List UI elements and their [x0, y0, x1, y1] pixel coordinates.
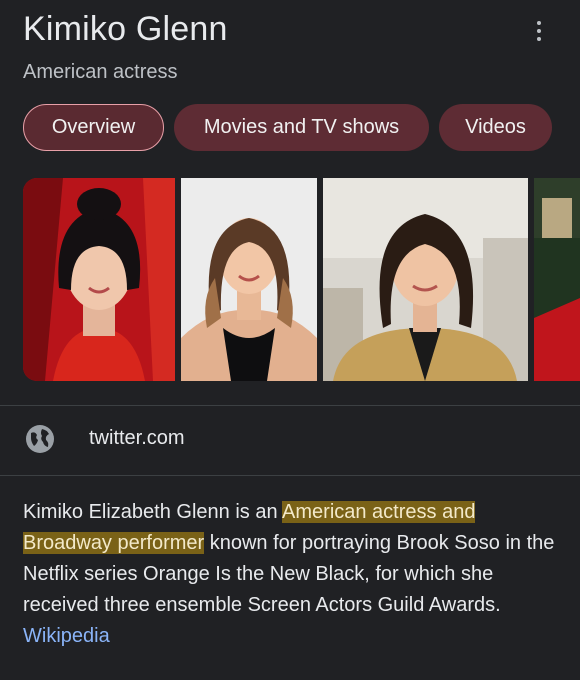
more-vert-icon[interactable] [524, 16, 554, 46]
image-thumbnail-4[interactable] [534, 178, 580, 381]
tab-overview[interactable]: Overview [23, 104, 164, 151]
globe-icon [26, 425, 54, 453]
image-thumbnail-1[interactable] [23, 178, 175, 381]
photo-4-graphic [534, 178, 580, 381]
page-subtitle: American actress [23, 61, 178, 83]
description-text-start: Kimiko Elizabeth Glenn is an [23, 501, 283, 523]
image-thumbnail-3[interactable] [323, 178, 528, 381]
page-title: Kimiko Glenn [23, 10, 228, 48]
photo-1-graphic [23, 178, 175, 381]
source-link[interactable]: twitter.com [89, 427, 185, 450]
divider-bottom [0, 475, 580, 476]
tab-videos[interactable]: Videos [439, 104, 552, 151]
photo-2-graphic [181, 178, 317, 381]
tab-overview-label: Overview [51, 116, 136, 138]
photo-3-graphic [323, 178, 528, 381]
tab-videos-label: Videos [465, 116, 526, 138]
image-thumbnail-2[interactable] [181, 178, 317, 381]
description: Kimiko Elizabeth Glenn is an American ac… [23, 497, 563, 652]
tab-movies-label: Movies and TV shows [203, 116, 400, 138]
wikipedia-link[interactable]: Wikipedia [23, 625, 110, 647]
divider-top [0, 405, 580, 406]
tab-movies-and-tv-shows[interactable]: Movies and TV shows [174, 104, 429, 151]
